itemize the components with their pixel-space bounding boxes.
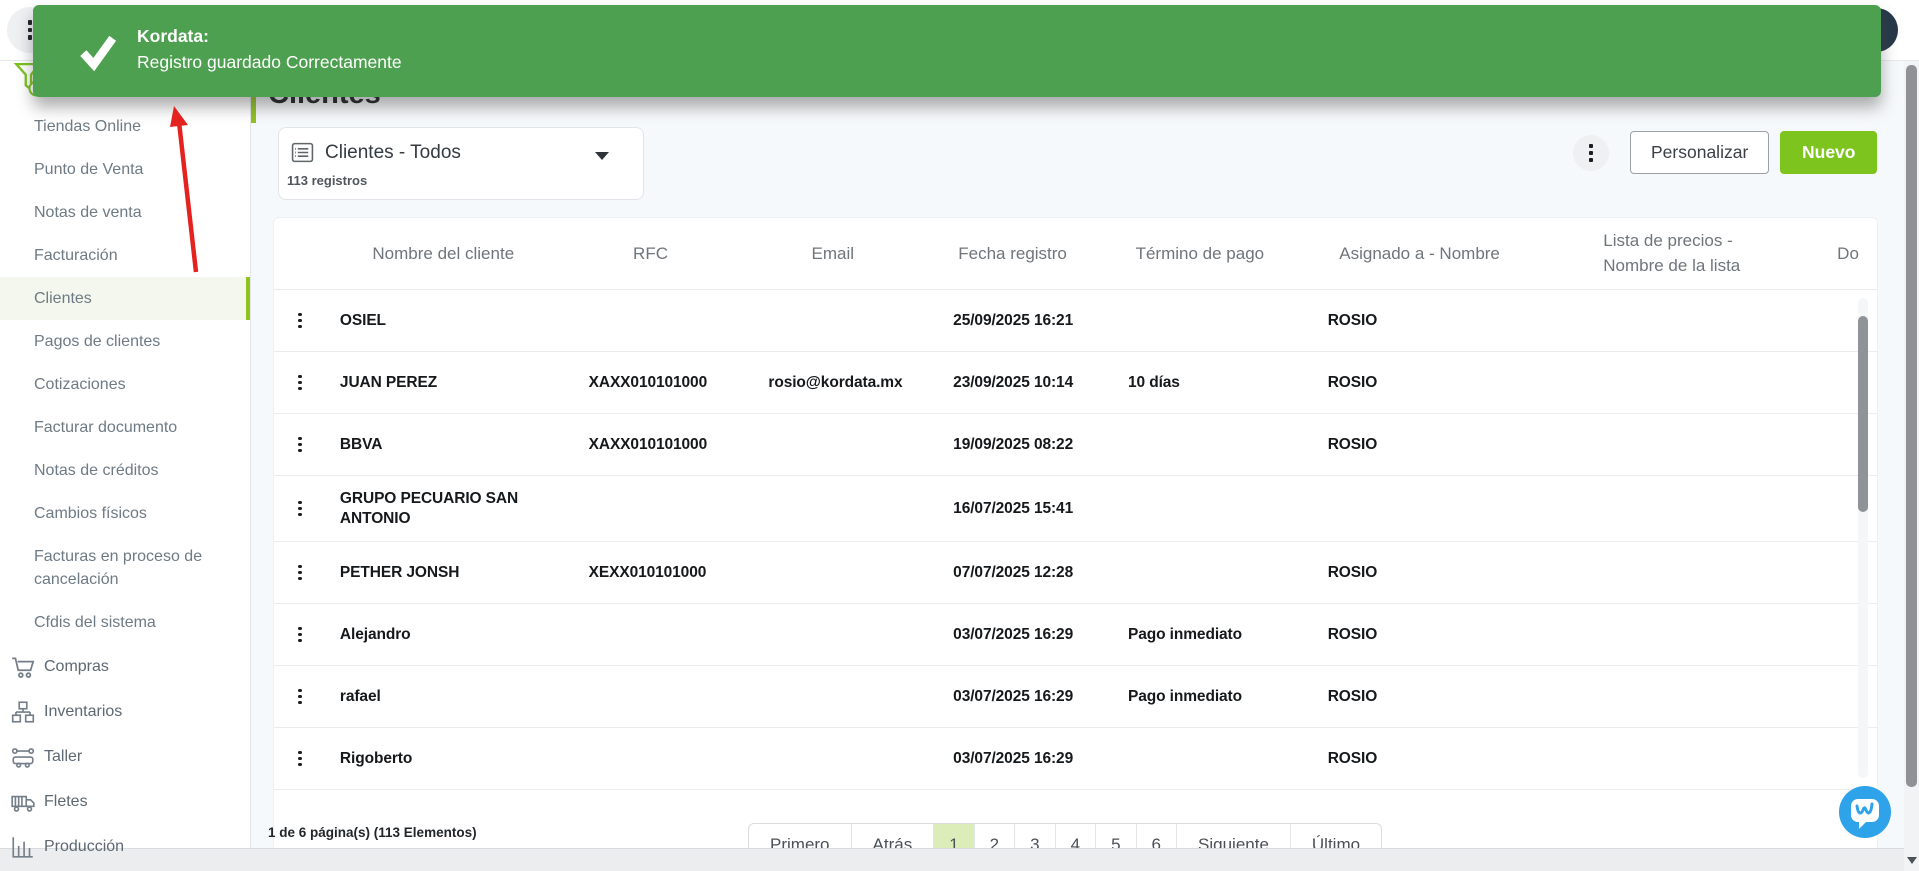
sidebar-item-facturar-documento[interactable]: Facturar documento <box>0 406 250 449</box>
sidebar-item-clientes[interactable]: Clientes <box>0 277 250 320</box>
col-email[interactable]: Email <box>740 244 925 264</box>
row-menu-icon[interactable] <box>298 313 301 328</box>
cell-name: BBVA <box>326 435 561 454</box>
sidebar-item-taller[interactable]: Taller <box>0 734 250 779</box>
table-row[interactable]: rafael 03/07/2025 16:29 Pago inmediato R… <box>274 666 1877 728</box>
sidebar-item-cotizaciones[interactable]: Cotizaciones <box>0 363 250 406</box>
sidebar-item-notas-de-creditos[interactable]: Notas de créditos <box>0 449 250 492</box>
page-scrollbar-thumb[interactable] <box>1906 65 1917 787</box>
bottom-scroll-strip[interactable] <box>0 848 1904 871</box>
sidebar-item-cfdis-del-sistema[interactable]: Cfdis del sistema <box>0 601 250 644</box>
chat-widget-button[interactable] <box>1838 785 1892 839</box>
cart-icon <box>10 654 36 680</box>
pagination-status: 1 de 6 página(s) (113 Elementos) <box>268 825 477 840</box>
table-row[interactable]: Rigoberto 03/07/2025 16:29 ROSIO <box>274 728 1877 790</box>
car-wrench-icon <box>10 744 36 770</box>
table-row[interactable]: GRUPO PECUARIO SAN ANTONIO 16/07/2025 15… <box>274 476 1877 542</box>
table-options-button[interactable] <box>1573 135 1609 171</box>
cell-name: PETHER JONSH <box>326 563 561 582</box>
sidebar-item-facturas-cancelacion[interactable]: Facturas en proceso de cancelación <box>0 535 250 601</box>
col-lista[interactable]: Lista de precios - Nombre de la lista <box>1539 229 1819 278</box>
col-do[interactable]: Do <box>1819 244 1877 264</box>
table-row[interactable]: PETHER JONSH XEXX010101000 07/07/2025 12… <box>274 542 1877 604</box>
sidebar-nav: Tiendas Online Punto de Venta Notas de v… <box>0 61 250 869</box>
new-button[interactable]: Nuevo <box>1780 131 1877 174</box>
sidebar-item-compras[interactable]: Compras <box>0 644 250 689</box>
sidebar-item-pagos-de-clientes[interactable]: Pagos de clientes <box>0 320 250 363</box>
table-row[interactable]: OSIEL 25/09/2025 16:21 ROSIO <box>274 290 1877 352</box>
col-asignado[interactable]: Asignado a - Nombre <box>1300 244 1540 264</box>
truck-icon <box>10 789 36 815</box>
cell-name: rafael <box>326 687 561 706</box>
row-menu-icon[interactable] <box>298 501 301 516</box>
table-header: Nombre del cliente RFC Email Fecha regis… <box>274 218 1877 290</box>
cell-name: Alejandro <box>326 625 561 644</box>
col-fecha[interactable]: Fecha registro <box>925 244 1100 264</box>
sidebar-item-facturacion[interactable]: Facturación <box>0 234 250 277</box>
scroll-down-arrow[interactable] <box>1907 857 1917 864</box>
sidebar-item-cambios-fisicos[interactable]: Cambios físicos <box>0 492 250 535</box>
table-row[interactable]: JUAN PEREZ XAXX010101000 rosio@kordata.m… <box>274 352 1877 414</box>
clients-table: Nombre del cliente RFC Email Fecha regis… <box>273 217 1878 871</box>
sidebar-item-inventarios[interactable]: Inventarios <box>0 689 250 734</box>
col-rfc[interactable]: RFC <box>561 244 741 264</box>
col-nombre[interactable]: Nombre del cliente <box>326 244 561 264</box>
table-row[interactable]: Alejandro 03/07/2025 16:29 Pago inmediat… <box>274 604 1877 666</box>
cell-name: JUAN PEREZ <box>326 373 561 392</box>
col-termino[interactable]: Término de pago <box>1100 244 1300 264</box>
boxes-icon <box>10 699 36 725</box>
sidebar-item-notas-de-venta[interactable]: Notas de venta <box>0 191 250 234</box>
table-row[interactable]: BBVA XAXX010101000 19/09/2025 08:22 ROSI… <box>274 414 1877 476</box>
sidebar-item-fletes[interactable]: Fletes <box>0 779 250 824</box>
bar-chart-icon <box>10 834 36 860</box>
sidebar-item-punto-de-venta[interactable]: Punto de Venta <box>0 148 250 191</box>
row-menu-icon[interactable] <box>298 751 301 766</box>
row-menu-icon[interactable] <box>298 627 301 642</box>
sidebar: $ Tiendas Online Punto de Venta Notas de… <box>0 61 251 848</box>
row-menu-icon[interactable] <box>298 565 301 580</box>
view-selector[interactable]: Clientes - Todos 113 registros <box>278 127 644 200</box>
sidebar-item-tiendas-online[interactable]: Tiendas Online <box>0 105 250 148</box>
cell-name: OSIEL <box>326 311 561 330</box>
main-content: Clientes Clientes - Todos 113 registros … <box>251 61 1904 848</box>
row-menu-icon[interactable] <box>298 375 301 390</box>
toast-title: Kordata: <box>137 26 209 47</box>
success-toast[interactable]: Kordata: Registro guardado Correctamente <box>33 5 1881 97</box>
kebab-icon <box>1589 144 1593 162</box>
toast-message: Registro guardado Correctamente <box>137 52 402 73</box>
table-vertical-scrollbar-thumb[interactable] <box>1858 316 1868 512</box>
page-scrollbar[interactable] <box>1904 61 1919 871</box>
record-count: 113 registros <box>287 173 367 188</box>
cell-name: GRUPO PECUARIO SAN ANTONIO <box>326 489 561 528</box>
check-icon <box>77 31 119 78</box>
view-selector-label: Clientes - Todos <box>325 142 461 164</box>
chevron-down-icon[interactable] <box>595 152 609 160</box>
menu-kebab-icon <box>28 20 33 40</box>
row-menu-icon[interactable] <box>298 689 301 704</box>
list-icon <box>291 141 314 169</box>
personalize-button[interactable]: Personalizar <box>1630 131 1769 174</box>
cell-name: Rigoberto <box>326 749 561 768</box>
sidebar-item-produccion[interactable]: Producción <box>0 824 250 869</box>
row-menu-icon[interactable] <box>298 437 301 452</box>
